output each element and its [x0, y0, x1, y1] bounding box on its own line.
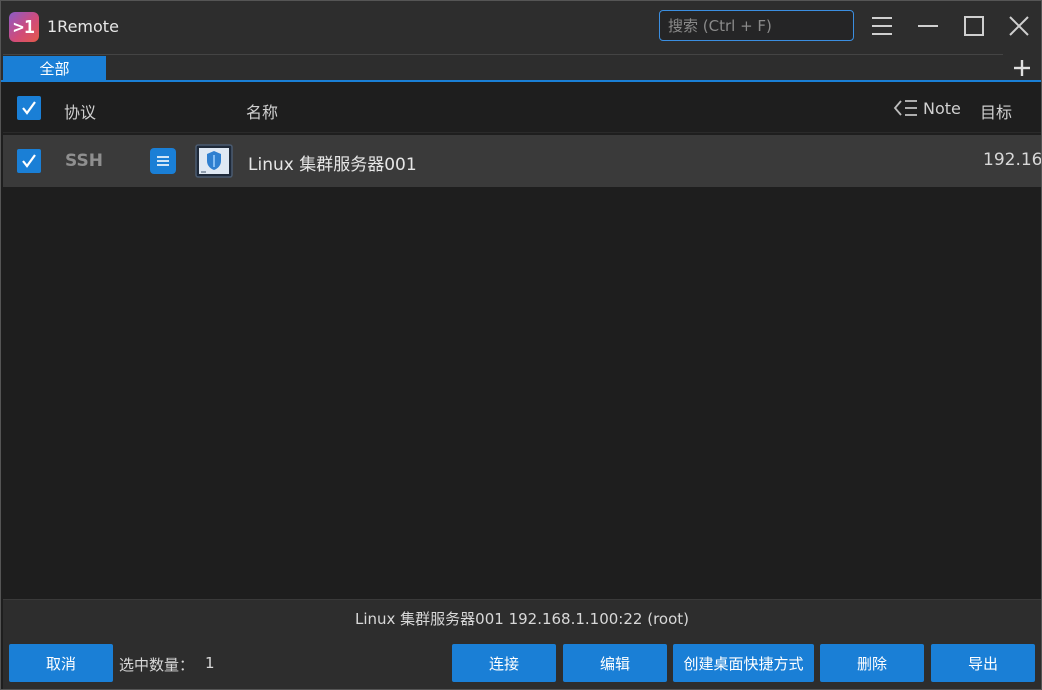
table-row[interactable]: SSH Linux 集群服务器001 192.168.1.100:22 — [3, 135, 1041, 187]
title-bar[interactable]: >1 1Remote — [1, 1, 1041, 53]
tab-underline — [1, 80, 1041, 82]
delete-button[interactable]: 删除 — [820, 644, 924, 682]
server-shield-icon — [194, 143, 234, 181]
note-collapse-icon[interactable] — [893, 98, 919, 118]
status-text: Linux 集群服务器001 192.168.1.100:22 (root) — [354, 610, 689, 628]
connect-button[interactable]: 连接 — [452, 644, 556, 682]
add-tab-icon[interactable] — [1009, 55, 1035, 81]
action-bar: 取消 选中数量： 1 连接 编辑 创建桌面快捷方式 删除 导出 — [3, 637, 1041, 689]
select-all-checkbox[interactable] — [17, 96, 41, 120]
search-input[interactable] — [659, 10, 854, 41]
column-header-protocol[interactable]: 协议 — [64, 99, 96, 123]
app-window: >1 1Remote 全部 协议 名称 Note 目标 — [0, 0, 1042, 690]
column-header-note[interactable]: Note — [923, 99, 961, 118]
tab-divider — [3, 54, 1003, 55]
row-protocol: SSH — [65, 151, 103, 171]
export-button[interactable]: 导出 — [931, 644, 1035, 682]
edit-button[interactable]: 编辑 — [563, 644, 667, 682]
minimize-icon[interactable] — [913, 11, 943, 41]
row-menu-button[interactable] — [150, 148, 176, 174]
app-logo: >1 — [9, 12, 39, 42]
cancel-button[interactable]: 取消 — [9, 644, 113, 682]
tab-all[interactable]: 全部 — [3, 56, 106, 81]
selected-count-value: 1 — [205, 654, 215, 672]
status-bar: Linux 集群服务器001 192.168.1.100:22 (root) — [3, 599, 1041, 637]
row-checkbox[interactable] — [17, 149, 41, 173]
column-header-name[interactable]: 名称 — [246, 99, 278, 123]
close-icon[interactable] — [1004, 11, 1034, 41]
selected-count-label: 选中数量： — [119, 656, 195, 674]
app-title: 1Remote — [47, 17, 119, 36]
row-name: Linux 集群服务器001 — [248, 155, 417, 175]
maximize-icon[interactable] — [959, 11, 989, 41]
column-header-target[interactable]: 目标 — [980, 99, 1012, 123]
create-shortcut-button[interactable]: 创建桌面快捷方式 — [673, 644, 814, 682]
list-header: 协议 名称 Note 目标 — [3, 83, 1041, 133]
tab-strip — [1, 53, 1041, 81]
menu-icon[interactable] — [867, 11, 897, 41]
row-target: 192.168.1.100:22 — [983, 150, 1041, 170]
